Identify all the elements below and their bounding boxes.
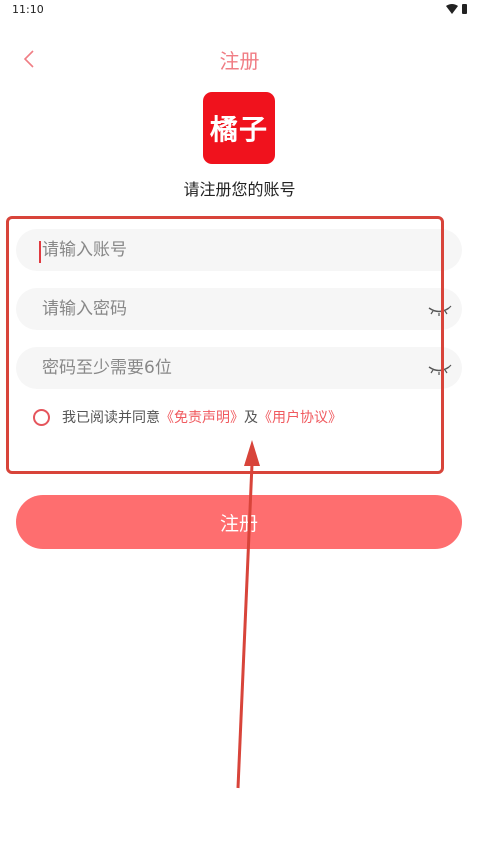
eye-closed-icon	[428, 364, 452, 375]
app-logo: 橘子	[203, 92, 275, 164]
agreement-connector: 及	[244, 410, 258, 426]
page-title: 注册	[219, 49, 260, 73]
status-bar: 11:10	[0, 0, 479, 22]
text-caret	[39, 241, 41, 263]
password-visibility-toggle[interactable]	[426, 301, 452, 317]
agreement-checkbox[interactable]	[33, 408, 50, 426]
password-field[interactable]	[16, 288, 462, 330]
status-time: 11:10	[12, 3, 44, 16]
agreement-text: 我已阅读并同意	[62, 410, 160, 426]
confirm-password-input[interactable]	[40, 357, 404, 379]
confirm-password-field[interactable]	[16, 347, 462, 389]
status-icons	[446, 4, 467, 14]
register-button[interactable]: 注册	[16, 495, 462, 549]
eye-closed-icon	[428, 305, 452, 316]
disclaimer-link[interactable]: 《免责声明》	[160, 407, 244, 427]
wifi-icon	[446, 4, 458, 14]
agreement-row: 我已阅读并同意 《免责声明》 及 《用户协议》	[33, 406, 342, 428]
battery-icon	[462, 4, 467, 14]
app-logo-text: 橘子	[209, 113, 268, 146]
confirm-password-visibility-toggle[interactable]	[426, 360, 452, 376]
page-subtitle: 请注册您的账号	[183, 180, 296, 199]
account-field[interactable]	[16, 229, 462, 271]
password-input[interactable]	[40, 298, 404, 320]
account-input[interactable]	[40, 239, 404, 261]
user-agreement-link[interactable]: 《用户协议》	[258, 407, 342, 427]
